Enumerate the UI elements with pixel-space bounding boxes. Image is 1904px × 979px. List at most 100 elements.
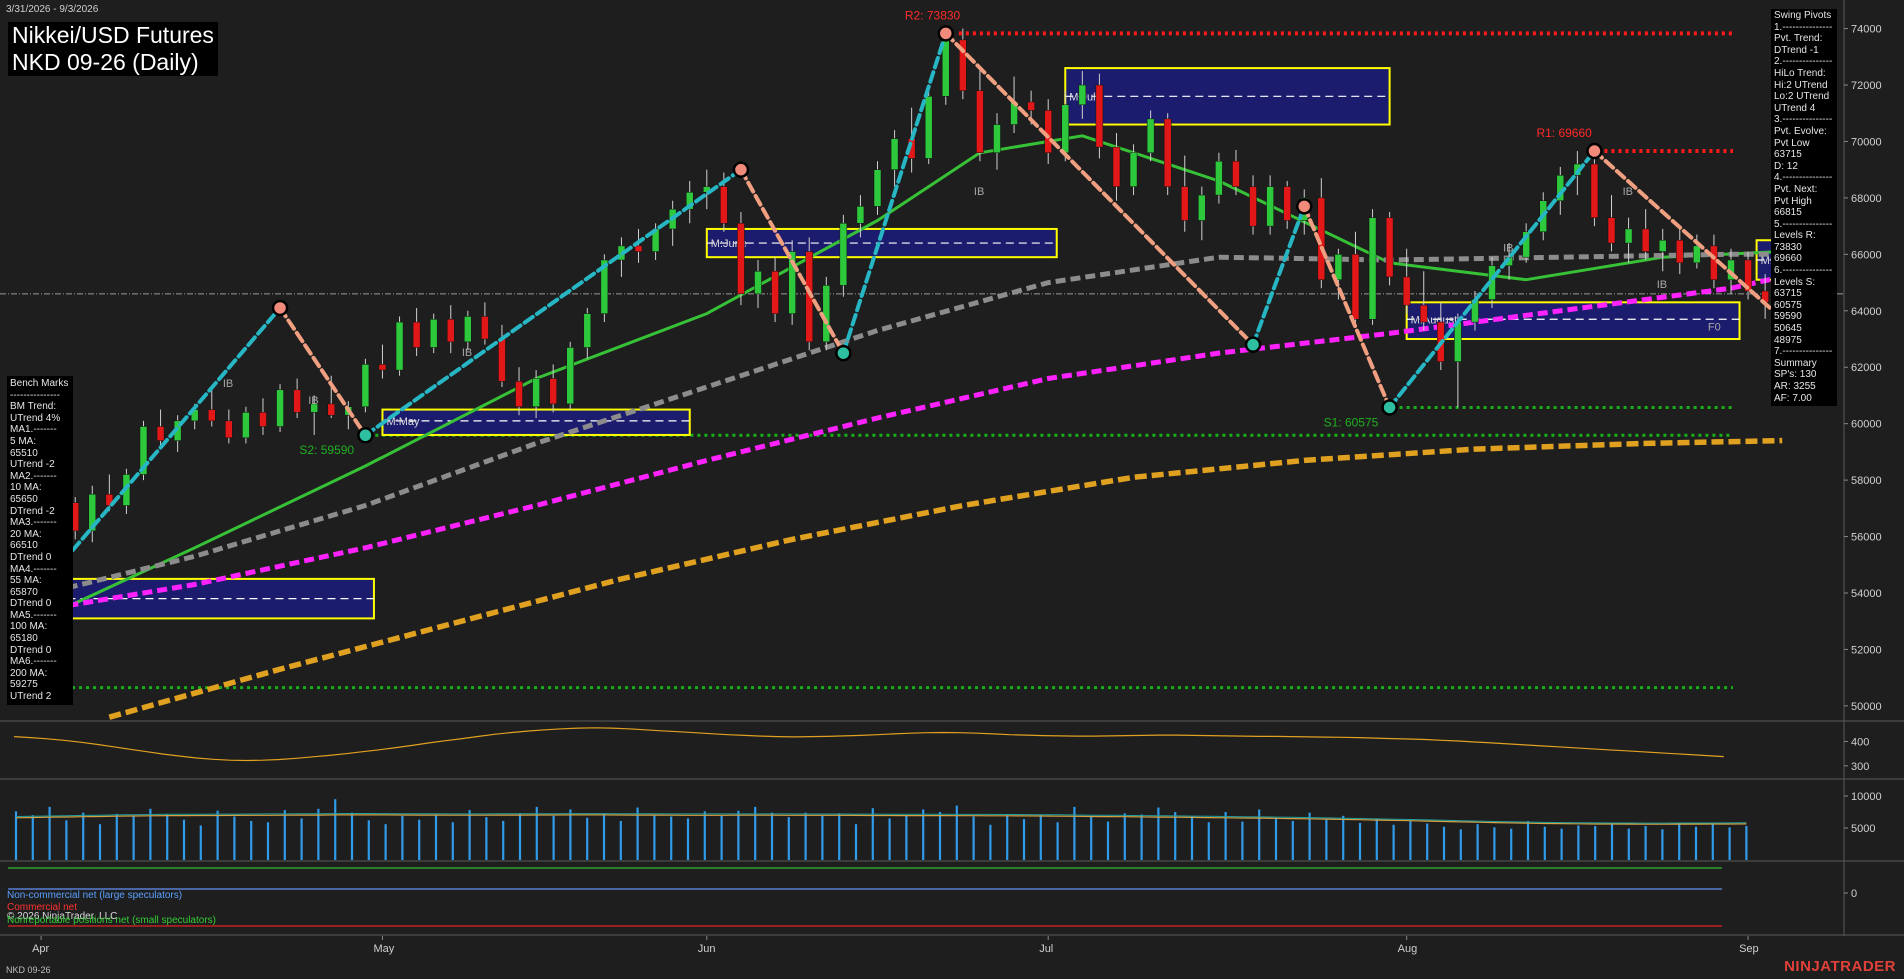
candle-body: [156, 426, 165, 441]
bench-marks-line: MA1.-------: [10, 424, 57, 436]
swing-pivots-line: Pvt High: [1774, 195, 1812, 207]
candle-body: [1027, 101, 1035, 111]
bench-marks-line: MA4.-------: [10, 563, 57, 575]
candle-body: [1044, 110, 1052, 154]
swing-pivots-line: 2.---------------: [1774, 56, 1833, 68]
candle-body: [395, 321, 404, 371]
swing-pivots-line: Pvt. Trend:: [1774, 33, 1823, 45]
pivot-dot: [1381, 399, 1398, 416]
price-tick-label: 52000: [1851, 644, 1882, 656]
swing-pivots-line: Levels S:: [1774, 276, 1816, 288]
candle-body: [1624, 228, 1633, 244]
bench-marks-line: MA2.-------: [10, 470, 57, 482]
bench-marks-line: 20 MA:: [10, 528, 42, 540]
bench-marks-line: Bench Marks: [10, 378, 69, 389]
candle-body: [378, 364, 387, 371]
swing-pivots-line: Swing Pivots: [1774, 10, 1832, 21]
candle-body: [1283, 186, 1291, 221]
price-tick-label: 56000: [1851, 532, 1882, 544]
candle-body: [856, 206, 865, 224]
candle-body: [276, 389, 284, 427]
bench-marks-line: 59275: [10, 679, 38, 691]
level-label: S2: 59590: [299, 443, 354, 457]
price-tick-label: 64000: [1851, 306, 1882, 318]
swing-pivots-line: 3.---------------: [1774, 114, 1833, 126]
swing-pivots-line: 50645: [1774, 323, 1802, 335]
swing-pivots-line: Pvt Low: [1774, 137, 1810, 149]
candle-body: [754, 271, 762, 295]
bench-marks-line: 100 MA:: [10, 621, 48, 633]
bench-marks-line: ---------------: [10, 389, 60, 401]
candle-body: [1232, 160, 1240, 187]
volume-tick-label: 5000: [1851, 823, 1875, 835]
bench-marks-line: DTrend 0: [10, 644, 52, 656]
candle-body: [1198, 194, 1206, 221]
candle-body: [1266, 186, 1274, 227]
bar-annotation-label: IB: [223, 378, 233, 390]
candle-body: [1163, 118, 1172, 187]
atr-tick-label: 400: [1851, 736, 1869, 748]
candle-body: [1112, 146, 1121, 187]
swing-pivots-line: 48975: [1774, 334, 1802, 346]
atr-line: [13, 727, 1724, 762]
swing-pivots-line: Pvt. Next:: [1774, 183, 1818, 195]
swing-pivots-line: Levels R:: [1774, 230, 1816, 242]
bar-annotation-label: IB: [974, 186, 984, 198]
candle-body: [1402, 276, 1411, 306]
candle-body: [1676, 239, 1684, 264]
candle-body: [327, 403, 336, 416]
swing-line: [1302, 204, 1392, 410]
candle-body: [549, 378, 557, 405]
swing-line: [738, 167, 846, 356]
swing-pivots-line: 66815: [1774, 207, 1802, 219]
candle-body: [839, 223, 848, 286]
chart-canvas[interactable]: 74000 72000 70000 68000 66000 64000 62000 60000…: [0, 0, 1904, 979]
volume-average-line: [15, 814, 1747, 825]
candle-body: [771, 271, 779, 314]
bench-marks-line: 55 MA:: [10, 575, 42, 587]
bar-annotation-label: IB: [1623, 186, 1633, 198]
swing-line: [278, 305, 368, 438]
atr-tick-label: 300: [1851, 761, 1869, 773]
candle-body: [1215, 160, 1223, 196]
swing-line: [841, 31, 948, 356]
candle-body: [942, 39, 950, 97]
candle-body: [566, 347, 574, 405]
swing-pivots-line: 7.---------------: [1774, 346, 1833, 358]
candle-body: [481, 316, 489, 340]
candle-body: [822, 285, 831, 343]
pivot-dot: [937, 25, 955, 42]
bench-marks-line: DTrend 0: [10, 598, 52, 610]
pivot-dot: [1244, 336, 1262, 353]
swing-pivots-line: HiLo Trend:: [1774, 67, 1826, 79]
bar-annotation-label: IB: [308, 395, 318, 407]
bar-annotation-label: IB: [462, 347, 472, 359]
bench-marks-line: UTrend -2: [10, 459, 55, 471]
swing-pivots-line: AR: 3255: [1774, 381, 1816, 392]
candle-body: [1454, 321, 1462, 362]
pivot-dot: [271, 299, 289, 317]
swing-pivots-line: 1.---------------: [1774, 21, 1833, 33]
candle-body: [293, 389, 301, 413]
swing-pivots-line: Hi:2 UTrend: [1774, 79, 1828, 91]
bench-marks-line: 65650: [10, 493, 38, 505]
bench-marks-line: UTrend 4%: [10, 412, 61, 424]
swing-pivots-line: 63715: [1774, 149, 1802, 161]
candle-body: [1693, 245, 1701, 264]
bench-marks-line: 200 MA:: [10, 667, 48, 679]
price-tick-label: 60000: [1851, 419, 1882, 431]
pivot-dot: [357, 426, 374, 444]
bench-marks-line: 66510: [10, 540, 38, 552]
candle-body: [1061, 104, 1070, 154]
pivot-dot: [732, 161, 750, 178]
level-label: R1: 69660: [1536, 126, 1592, 140]
candle-body: [1146, 118, 1155, 154]
legend-nonreportable: Nonreportable positions net (small specu…: [7, 915, 216, 926]
level-label: R2: 73830: [905, 8, 961, 22]
time-axis-label: Jul: [1039, 943, 1053, 955]
candle-body: [924, 96, 933, 159]
bench-marks-line: DTrend 0: [10, 551, 52, 563]
time-axis-label: Apr: [32, 943, 49, 955]
candle-body: [1095, 84, 1104, 148]
bar-annotation-label: IB: [1657, 279, 1667, 291]
